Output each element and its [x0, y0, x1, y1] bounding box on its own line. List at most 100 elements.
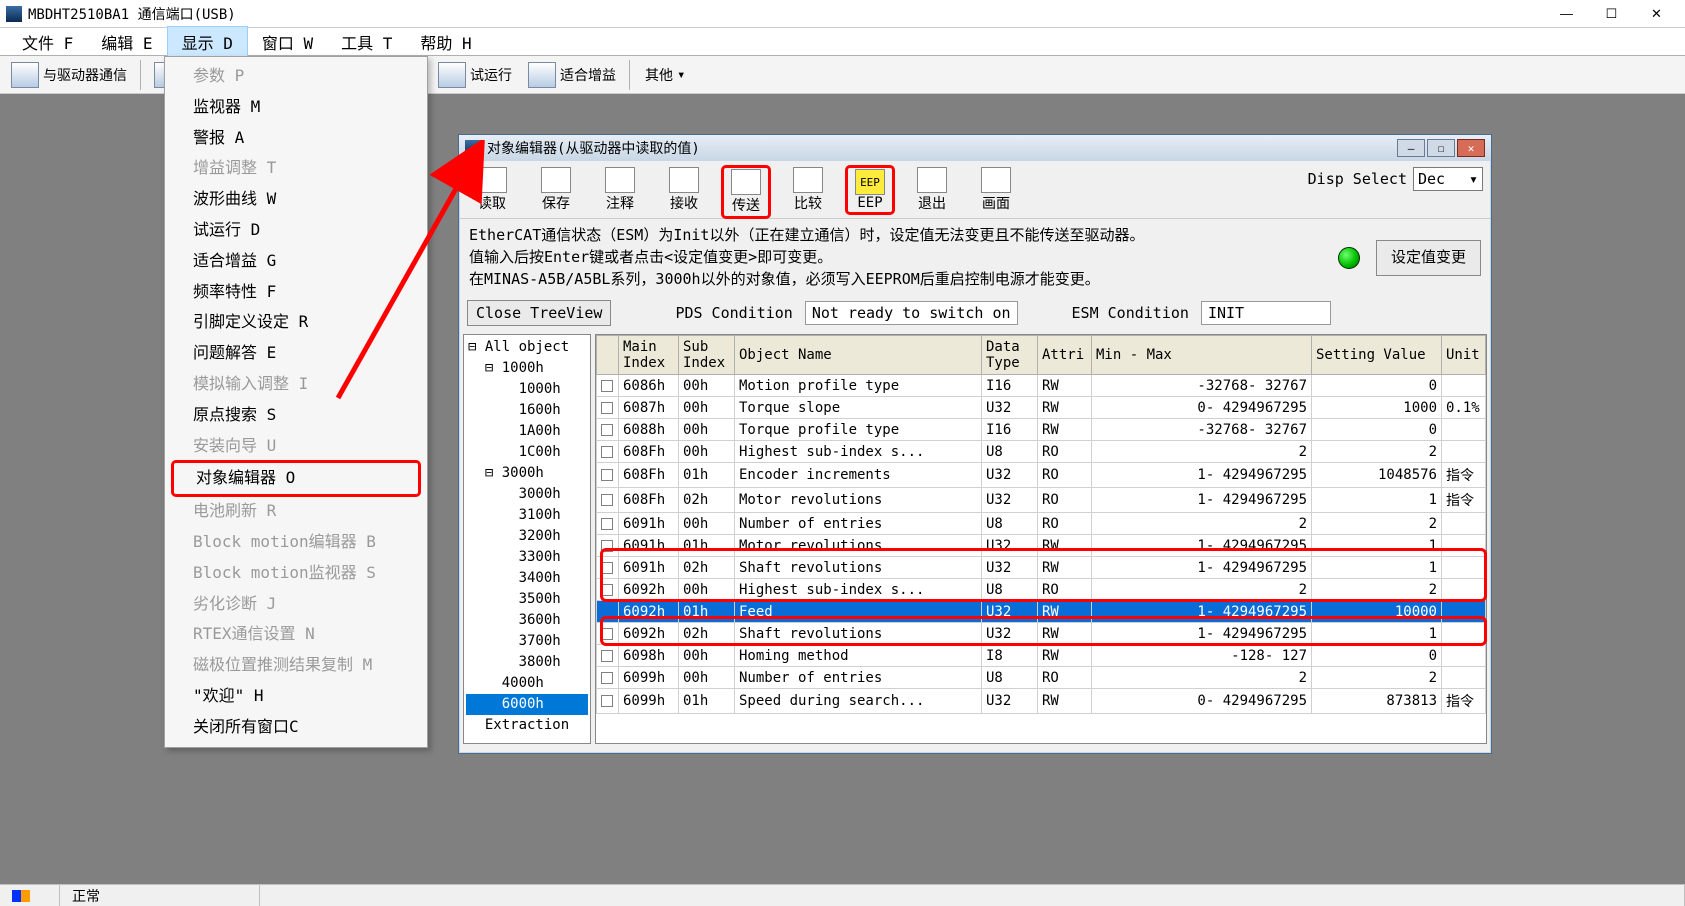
tree-node[interactable]: 3500h [466, 589, 588, 610]
tree-node[interactable]: 3300h [466, 547, 588, 568]
child-toolbar-传送[interactable]: 传送 [721, 165, 771, 219]
table-row[interactable]: 608Fh02hMotor revolutionsU32RO1- 4294967… [597, 488, 1486, 513]
col-header[interactable]: Min - Max [1092, 336, 1312, 375]
tree-node[interactable]: 3400h [466, 568, 588, 589]
tree-node[interactable]: 3700h [466, 631, 588, 652]
menu-edit[interactable]: 编辑 E [87, 27, 166, 57]
row-checkbox[interactable] [601, 606, 613, 618]
disp-select-combo[interactable]: Dec ▾ [1413, 167, 1483, 191]
table-row[interactable]: 6091h01hMotor revolutionsU32RW1- 4294967… [597, 535, 1486, 557]
child-maximize-button[interactable]: ☐ [1427, 139, 1455, 157]
table-row[interactable]: 6087h00hTorque slopeU32RW0- 429496729510… [597, 397, 1486, 419]
col-header[interactable]: Sub Index [679, 336, 735, 375]
row-checkbox[interactable] [601, 380, 613, 392]
child-toolbar-注释[interactable]: 注释 [595, 167, 645, 213]
tree-node[interactable]: ⊟ All object [466, 337, 588, 358]
child-titlebar[interactable]: 对象编辑器(从驱动器中读取的值) — ☐ ✕ [459, 135, 1491, 161]
table-row[interactable]: 6099h00hNumber of entriesU8RO22 [597, 667, 1486, 689]
table-row[interactable]: 6098h00hHoming methodI8RW-128- 1270 [597, 645, 1486, 667]
tree-node[interactable]: 1000h [466, 379, 588, 400]
tree-node[interactable]: 1C00h [466, 442, 588, 463]
table-row[interactable]: 6099h01hSpeed during search...U32RW0- 42… [597, 689, 1486, 714]
child-toolbar-读取[interactable]: 读取 [467, 167, 517, 213]
row-checkbox[interactable] [601, 562, 613, 574]
menu-item[interactable]: 对象编辑器 O [171, 460, 421, 497]
menu-item[interactable]: "欢迎" H [165, 681, 427, 712]
table-row[interactable]: 6091h00hNumber of entriesU8RO22 [597, 513, 1486, 535]
col-header[interactable] [597, 336, 619, 375]
tree-node[interactable]: 6000h [466, 694, 588, 715]
menu-item[interactable]: 频率特性 F [165, 277, 427, 308]
row-checkbox[interactable] [601, 695, 613, 707]
maximize-button[interactable]: ☐ [1589, 2, 1634, 26]
col-header[interactable]: Attri [1038, 336, 1092, 375]
tree-view[interactable]: ⊟ All object ⊟ 1000h 1000h 1600h 1A00h 1… [463, 334, 591, 744]
tree-node[interactable]: 3000h [466, 484, 588, 505]
table-row[interactable]: 6091h02hShaft revolutionsU32RW1- 4294967… [597, 557, 1486, 579]
menu-item[interactable]: 波形曲线 W [165, 184, 427, 215]
menu-item[interactable]: 适合增益 G [165, 246, 427, 277]
menu-item[interactable]: 关闭所有窗口C [165, 712, 427, 743]
child-toolbar-接收[interactable]: 接收 [659, 167, 709, 213]
child-close-button[interactable]: ✕ [1457, 139, 1485, 157]
minimize-button[interactable]: — [1544, 2, 1589, 26]
tree-node[interactable]: 3100h [466, 505, 588, 526]
col-header[interactable]: Data Type [982, 336, 1038, 375]
row-checkbox[interactable] [601, 672, 613, 684]
child-toolbar-画面[interactable]: 画面 [971, 167, 1021, 213]
menu-tools[interactable]: 工具 T [327, 27, 406, 57]
table-row[interactable]: 6086h00hMotion profile typeI16RW-32768- … [597, 375, 1486, 397]
row-checkbox[interactable] [601, 424, 613, 436]
object-table-wrap[interactable]: Main IndexSub IndexObject NameData TypeA… [595, 334, 1487, 744]
menu-help[interactable]: 帮助 H [406, 27, 485, 57]
menu-window[interactable]: 窗口 W [248, 27, 327, 57]
child-toolbar-比较[interactable]: 比较 [783, 167, 833, 213]
table-row[interactable]: 6088h00hTorque profile typeI16RW-32768- … [597, 419, 1486, 441]
tree-node[interactable]: 3800h [466, 652, 588, 673]
tree-node[interactable]: 1A00h [466, 421, 588, 442]
child-toolbar-保存[interactable]: 保存 [531, 167, 581, 213]
table-row[interactable]: 6092h02hShaft revolutionsU32RW1- 4294967… [597, 623, 1486, 645]
tree-node[interactable]: 1600h [466, 400, 588, 421]
menu-file[interactable]: 文件 F [8, 27, 87, 57]
child-minimize-button[interactable]: — [1397, 139, 1425, 157]
col-header[interactable]: Main Index [619, 336, 679, 375]
close-tree-button[interactable]: Close TreeView [467, 300, 611, 326]
tree-node[interactable]: 3200h [466, 526, 588, 547]
row-checkbox[interactable] [601, 650, 613, 662]
row-checkbox[interactable] [601, 494, 613, 506]
toolbar-fit-gain[interactable]: 适合增益 [521, 59, 623, 91]
table-row[interactable]: 608Fh00hHighest sub-index s...U8RO22 [597, 441, 1486, 463]
menu-item[interactable]: 监视器 M [165, 92, 427, 123]
table-row[interactable]: 6092h01hFeedU32RW1- 429496729510000 [597, 601, 1486, 623]
row-checkbox[interactable] [601, 469, 613, 481]
row-checkbox[interactable] [601, 446, 613, 458]
toolbar-connect[interactable]: 与驱动器通信 [4, 59, 134, 91]
close-button[interactable]: ✕ [1634, 2, 1679, 26]
menu-item[interactable]: 原点搜索 S [165, 400, 427, 431]
tree-node[interactable]: ⊟ 3000h [466, 463, 588, 484]
apply-setting-button[interactable]: 设定值变更 [1376, 240, 1481, 276]
menu-display[interactable]: 显示 D [167, 26, 248, 58]
row-checkbox[interactable] [601, 584, 613, 596]
row-checkbox[interactable] [601, 540, 613, 552]
tree-node[interactable]: ⊟ 1000h [466, 358, 588, 379]
tree-node[interactable]: 4000h [466, 673, 588, 694]
menu-item[interactable]: 问题解答 E [165, 338, 427, 369]
menu-item[interactable]: 引脚定义设定 R [165, 307, 427, 338]
col-header[interactable]: Setting Value [1312, 336, 1442, 375]
menu-item[interactable]: 警报 A [165, 123, 427, 154]
table-row[interactable]: 608Fh01hEncoder incrementsU32RO1- 429496… [597, 463, 1486, 488]
toolbar-trial[interactable]: 试运行 [431, 59, 519, 91]
tree-node[interactable]: Extraction [466, 715, 588, 736]
row-checkbox[interactable] [601, 518, 613, 530]
child-toolbar-退出[interactable]: 退出 [907, 167, 957, 213]
col-header[interactable]: Unit [1442, 336, 1486, 375]
tree-node[interactable]: 3600h [466, 610, 588, 631]
toolbar-other[interactable]: 其他 ▾ [636, 62, 694, 88]
col-header[interactable]: Object Name [735, 336, 982, 375]
row-checkbox[interactable] [601, 402, 613, 414]
table-row[interactable]: 6092h00hHighest sub-index s...U8RO22 [597, 579, 1486, 601]
child-toolbar-EEP[interactable]: EEPEEP [845, 165, 895, 215]
menu-item[interactable]: 试运行 D [165, 215, 427, 246]
